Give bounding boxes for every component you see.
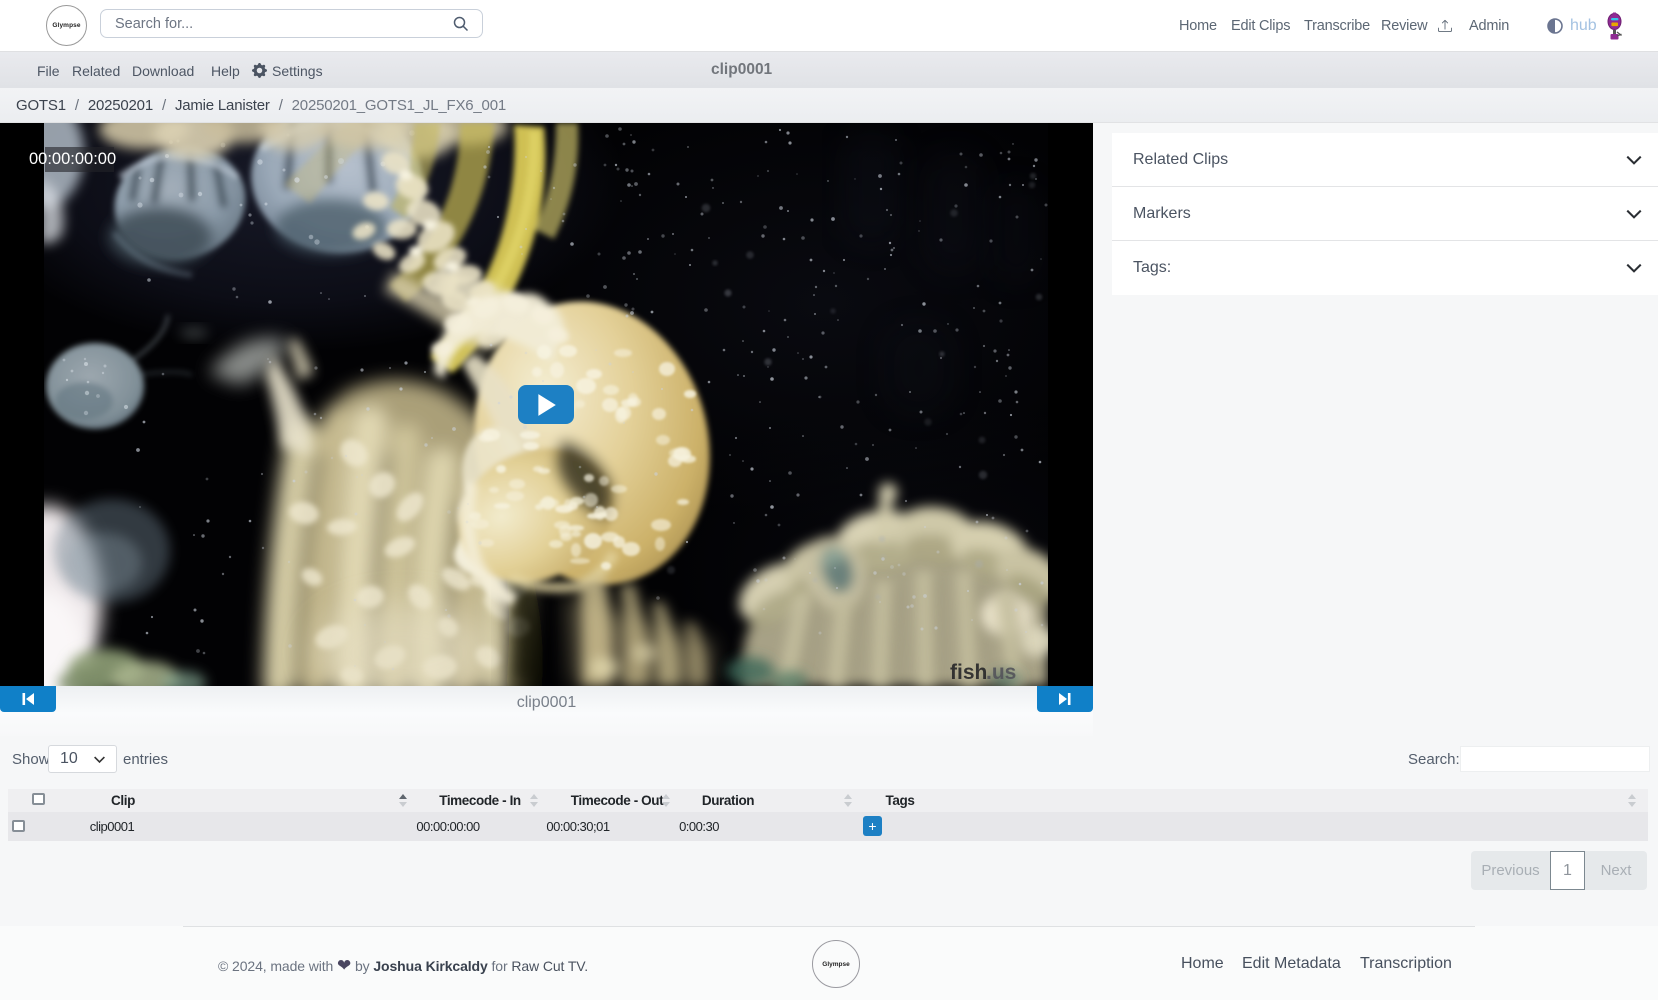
svg-text:fish: fish	[950, 661, 987, 684]
svg-text:.us: .us	[986, 661, 1016, 684]
